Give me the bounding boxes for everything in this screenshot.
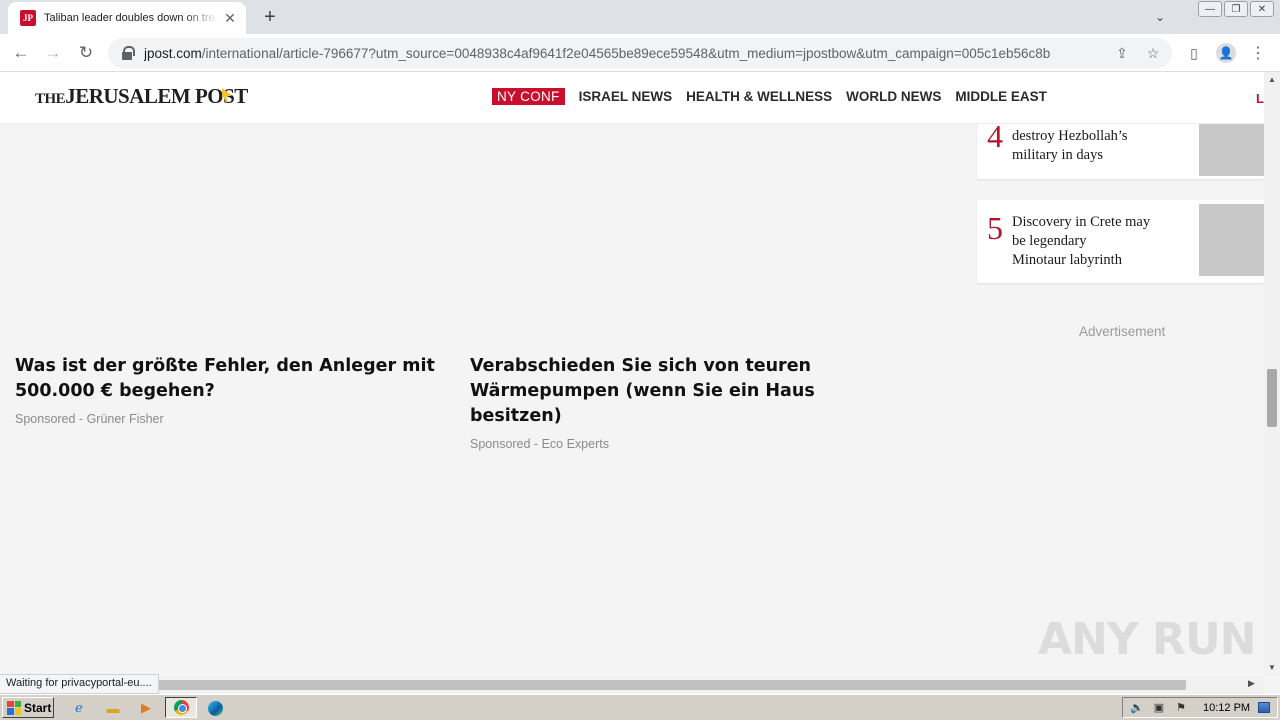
internet-explorer-icon[interactable]: ℯ	[70, 699, 88, 717]
jpost-favicon-icon: JP	[20, 10, 36, 26]
sponsored-headline[interactable]: Verabschieden Sie sich von teuren Wärmep…	[470, 354, 900, 429]
sponsored-source[interactable]: Sponsored - Grüner Fisher	[15, 412, 445, 426]
nav-item-middle-east[interactable]: MIDDLE EAST	[955, 89, 1047, 104]
horizontal-scroll-thumb[interactable]	[150, 680, 1186, 690]
scroll-up-arrow-icon[interactable]: ▲	[1264, 72, 1280, 86]
edge-taskbar-button[interactable]	[206, 699, 224, 717]
volume-icon[interactable]: 🔈	[1129, 701, 1145, 715]
sponsored-article-1[interactable]: Was ist der größte Fehler, den Anleger m…	[15, 354, 445, 426]
window-controls: — ❐ ✕	[1196, 1, 1274, 17]
main-navigation: NY CONF ISRAEL NEWS HEALTH & WELLNESS WO…	[492, 88, 1061, 105]
scroll-down-arrow-icon[interactable]: ▼	[1264, 660, 1280, 674]
system-tray: 🔈 ▣ ⚑ 10:12 PM	[1122, 697, 1278, 718]
lock-icon[interactable]	[120, 46, 135, 60]
windows-taskbar: Start ℯ ▬ ▶ 🔈 ▣ ⚑ 10:12 PM	[0, 694, 1280, 720]
action-center-flag-icon[interactable]: ⚑	[1173, 701, 1189, 715]
back-button[interactable]: ←	[8, 40, 34, 66]
nav-item-health-wellness[interactable]: HEALTH & WELLNESS	[686, 89, 832, 104]
tab-strip: JP Taliban leader doubles down on treatm…	[0, 0, 1280, 34]
url-path: /international/article-796677?utm_source…	[201, 45, 1051, 61]
status-bar: Waiting for privacyportal-eu....	[0, 674, 159, 694]
nav-item-israel-news[interactable]: ISRAEL NEWS	[579, 89, 673, 104]
url-host: jpost.com	[144, 45, 202, 61]
most-read-item-5[interactable]: 5 Discovery in Crete may be legendary Mi…	[977, 200, 1264, 283]
most-read-headline[interactable]: Discovery in Crete may be legendary Mino…	[1012, 213, 1182, 270]
url-text[interactable]: jpost.com/international/article-796677?u…	[144, 46, 1094, 61]
article-thumbnail[interactable]	[1199, 204, 1264, 276]
vertical-scrollbar[interactable]: ▲ ▼	[1264, 72, 1280, 676]
sponsored-source[interactable]: Sponsored - Eco Experts	[470, 437, 900, 451]
side-panel-icon[interactable]: ▯	[1184, 43, 1204, 63]
browser-tab[interactable]: JP Taliban leader doubles down on treatm…	[8, 2, 246, 34]
address-bar[interactable]: jpost.com/international/article-796677?u…	[108, 38, 1172, 68]
site-header: THEJERUSALEM POST NY CONF ISRAEL NEWS HE…	[0, 72, 1264, 124]
chrome-icon	[174, 700, 189, 715]
nav-item-world-news[interactable]: WORLD NEWS	[846, 89, 941, 104]
page-content: Was ist der größte Fehler, den Anleger m…	[0, 124, 1264, 676]
most-read-item-4[interactable]: 4 destroy Hezbollah’s military in days	[977, 124, 1264, 179]
horizontal-scrollbar[interactable]: ▶	[0, 676, 1264, 694]
window-close-button[interactable]: ✕	[1250, 1, 1274, 17]
sponsored-headline[interactable]: Was ist der größte Fehler, den Anleger m…	[15, 354, 445, 404]
anyrun-watermark: ANY RUN	[1038, 614, 1256, 665]
nav-item-cut-off[interactable]: L	[1256, 91, 1264, 106]
chrome-taskbar-button[interactable]	[165, 697, 197, 718]
restore-button[interactable]: ❐	[1224, 1, 1248, 17]
media-player-icon[interactable]: ▶	[137, 699, 155, 717]
windows-logo-icon	[7, 700, 21, 715]
new-tab-button[interactable]: +	[258, 6, 282, 28]
share-icon[interactable]: ⇪	[1113, 44, 1131, 62]
forward-button[interactable]: →	[40, 40, 66, 66]
profile-avatar-icon[interactable]: 👤	[1216, 43, 1236, 63]
nav-item-ny-conf[interactable]: NY CONF	[492, 88, 565, 105]
show-desktop-icon[interactable]	[1258, 702, 1271, 713]
article-thumbnail[interactable]	[1199, 124, 1264, 176]
menu-kebab-icon[interactable]: ⋮	[1248, 43, 1268, 63]
jerusalem-post-logo[interactable]: THEJERUSALEM POST	[35, 84, 248, 109]
network-icon[interactable]: ▣	[1151, 701, 1167, 715]
browser-toolbar: ← → ↻ jpost.com/international/article-79…	[0, 34, 1280, 72]
tab-title: Taliban leader doubles down on treatment…	[44, 12, 218, 24]
most-read-headline[interactable]: destroy Hezbollah’s military in days	[1012, 127, 1182, 165]
minimize-button[interactable]: —	[1198, 1, 1222, 17]
clock[interactable]: 10:12 PM	[1203, 702, 1250, 714]
vertical-scroll-thumb[interactable]	[1267, 369, 1277, 427]
rank-number: 4	[987, 124, 1003, 154]
start-label: Start	[24, 700, 52, 715]
close-tab-icon[interactable]: ✕	[222, 10, 238, 26]
start-button[interactable]: Start	[2, 697, 54, 718]
edge-icon	[207, 700, 223, 716]
advertisement-label: Advertisement	[1079, 324, 1166, 339]
folder-icon[interactable]: ▬	[104, 699, 122, 717]
rank-number: 5	[987, 210, 1003, 246]
reload-button[interactable]: ↻	[73, 40, 99, 66]
bookmark-star-icon[interactable]: ☆	[1144, 44, 1162, 62]
scroll-right-arrow-icon[interactable]: ▶	[1248, 678, 1255, 689]
sponsored-article-2[interactable]: Verabschieden Sie sich von teuren Wärmep…	[470, 354, 900, 451]
tab-search-icon[interactable]: ⌄	[1150, 8, 1170, 26]
